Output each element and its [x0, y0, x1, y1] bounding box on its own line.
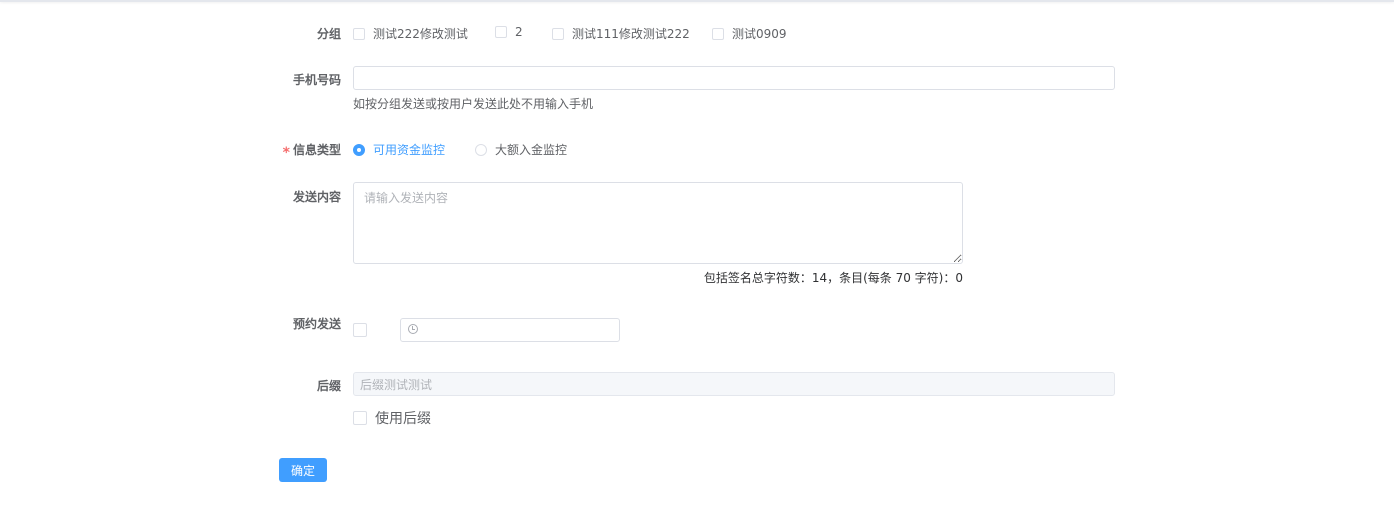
group-option-1[interactable]: 测试222修改测试 — [353, 25, 468, 42]
suffix-field-wrapper — [353, 372, 1115, 396]
group-option-1-checkbox[interactable] — [353, 27, 365, 40]
group-option-3[interactable]: 测试111修改测试222 — [552, 25, 690, 42]
use-suffix-checkbox[interactable] — [353, 411, 367, 425]
message-type-label-text: 信息类型 — [292, 143, 341, 157]
phone-input[interactable] — [354, 67, 1114, 89]
schedule-time-input[interactable] — [401, 319, 619, 341]
content-label: 发送内容 — [292, 190, 341, 204]
radio-available-funds-label: 可用资金监控 — [373, 143, 446, 157]
use-suffix-option[interactable]: 使用后缀 — [353, 408, 431, 428]
group-label: 分组 — [316, 27, 341, 41]
top-divider — [0, 0, 1394, 2]
group-option-4-label: 测试0909 — [732, 27, 787, 41]
radio-large-deposit-label: 大额入金监控 — [495, 143, 568, 157]
message-type-option-available-funds[interactable]: 可用资金监控 — [353, 141, 445, 158]
schedule-checkbox[interactable] — [353, 323, 367, 337]
suffix-label: 后缀 — [316, 379, 341, 393]
phone-label: 手机号码 — [292, 73, 341, 87]
char-counter: 包括签名总字符数：14，条目(每条 70 字符)：0 — [703, 271, 963, 285]
group-option-2-label: 2 — [515, 25, 523, 39]
group-option-1-label: 测试222修改测试 — [373, 27, 468, 41]
content-field-wrapper — [353, 182, 963, 264]
phone-hint: 如按分组发送或按用户发送此处不用输入手机 — [353, 97, 594, 111]
use-suffix-label: 使用后缀 — [375, 411, 431, 427]
schedule-time-picker[interactable] — [400, 318, 620, 342]
group-option-2[interactable]: 2 — [495, 25, 523, 39]
message-type-option-large-deposit[interactable]: 大额入金监控 — [475, 141, 567, 158]
content-textarea[interactable] — [354, 183, 962, 263]
suffix-input — [354, 373, 1114, 395]
clock-icon — [408, 324, 418, 334]
group-option-4-checkbox[interactable] — [712, 27, 724, 40]
radio-large-deposit[interactable] — [475, 143, 487, 156]
phone-field-wrapper — [353, 66, 1115, 90]
group-option-3-checkbox[interactable] — [552, 27, 564, 40]
confirm-button[interactable]: 确定 — [279, 458, 327, 482]
required-asterisk: * — [282, 145, 290, 161]
group-option-3-label: 测试111修改测试222 — [572, 27, 690, 41]
group-option-2-checkbox[interactable] — [495, 26, 507, 38]
schedule-label: 预约发送 — [292, 317, 341, 331]
group-option-4[interactable]: 测试0909 — [712, 25, 787, 42]
radio-available-funds[interactable] — [353, 143, 365, 156]
message-type-label: * 信息类型 — [282, 141, 341, 161]
